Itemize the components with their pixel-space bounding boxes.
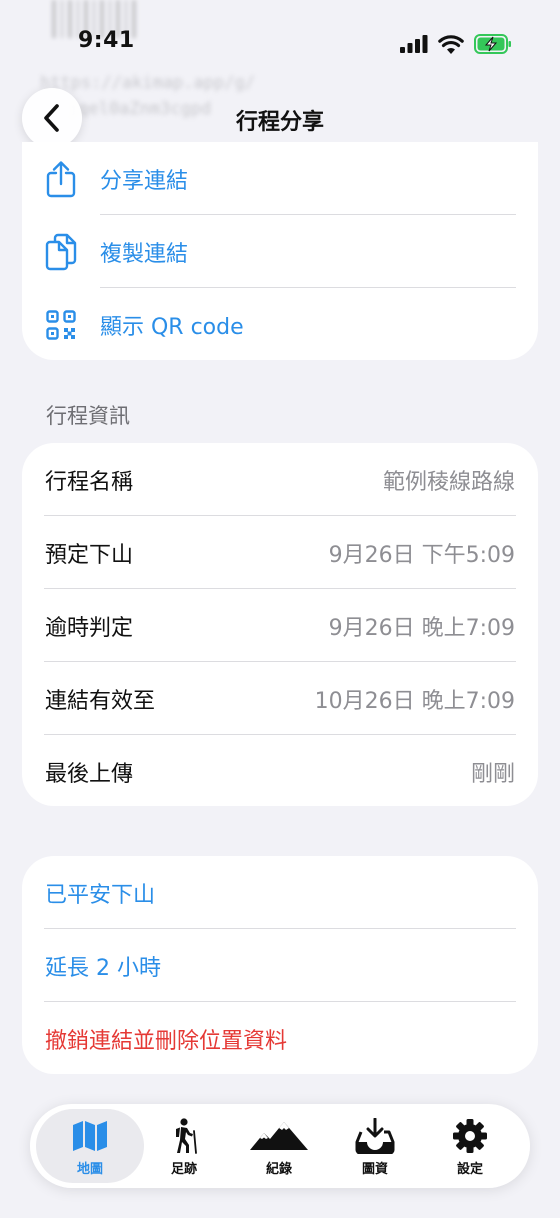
share-card: 分享連結 複製連結 顯示 QR code [22, 142, 538, 360]
info-key: 最後上傳 [45, 761, 134, 787]
tab-records[interactable]: 紀錄 [229, 1104, 329, 1188]
info-key: 逾時判定 [45, 615, 134, 641]
tab-label: 地圖 [76, 1162, 103, 1177]
revoke-link-button[interactable]: 撤銷連結並刪除位置資料 [22, 1002, 538, 1075]
page-title: 行程分享 [235, 110, 324, 135]
tab-label: 設定 [456, 1162, 483, 1177]
gear-icon [453, 1119, 487, 1153]
info-key: 連結有效至 [45, 688, 156, 714]
extend-2-hours-label: 延長 2 小時 [45, 955, 161, 981]
trip-info-card: 行程名稱 範例稜線路線 預定下山 9月26日 下午5:09 逾時判定 9月26日… [22, 443, 538, 806]
extend-2-hours-button[interactable]: 延長 2 小時 [22, 929, 538, 1002]
info-value: 剛剛 [470, 761, 515, 787]
download-tray-icon [355, 1118, 395, 1154]
mountains-icon [250, 1122, 308, 1150]
tab-tracks[interactable]: 足跡 [134, 1104, 234, 1188]
copy-icon [44, 232, 78, 272]
tab-label: 紀錄 [265, 1162, 292, 1177]
status-bar: 9:41 [0, 0, 560, 90]
map-icon [73, 1121, 107, 1151]
info-row-last-upload: 最後上傳 剛剛 [22, 735, 538, 808]
copy-link-row[interactable]: 複製連結 [22, 215, 538, 288]
info-row-link-valid-until: 連結有效至 10月26日 晚上7:09 [22, 662, 538, 735]
copy-link-label: 複製連結 [100, 241, 189, 267]
status-icons [400, 34, 512, 54]
info-value: 9月26日 下午5:09 [328, 542, 515, 568]
share-link-label: 分享連結 [100, 168, 189, 194]
hiker-icon [176, 1118, 197, 1154]
tab-map[interactable]: 地圖 [40, 1104, 140, 1188]
status-time: 9:41 [78, 28, 135, 53]
tab-label: 圖資 [361, 1162, 388, 1177]
trip-actions-card: 已平安下山 延長 2 小時 撤銷連結並刪除位置資料 [22, 856, 538, 1074]
cellular-signal-icon [400, 35, 428, 53]
info-value: 範例稜線路線 [382, 469, 515, 495]
share-link-row[interactable]: 分享連結 [22, 142, 538, 215]
share-icon [44, 159, 78, 199]
tab-settings[interactable]: 設定 [420, 1104, 520, 1188]
info-row-planned-descent: 預定下山 9月26日 下午5:09 [22, 516, 538, 589]
show-qr-label: 顯示 QR code [100, 314, 244, 340]
revoke-link-label: 撤銷連結並刪除位置資料 [45, 1028, 288, 1054]
battery-charging-icon [474, 34, 511, 54]
tab-label: 足跡 [170, 1162, 197, 1177]
info-value: 10月26日 晚上7:09 [314, 688, 515, 714]
section-header-trip-info: 行程資訊 [46, 404, 130, 428]
info-row-overdue-time: 逾時判定 9月26日 晚上7:09 [22, 589, 538, 662]
wifi-icon [438, 34, 464, 54]
info-row-trip-name: 行程名稱 範例稜線路線 [22, 443, 538, 516]
safe-descent-button[interactable]: 已平安下山 [22, 856, 538, 929]
qr-code-icon [44, 305, 78, 345]
info-key: 行程名稱 [45, 469, 134, 495]
info-value: 9月26日 晚上7:09 [328, 615, 515, 641]
show-qr-row[interactable]: 顯示 QR code [22, 288, 538, 361]
tab-map-data[interactable]: 圖資 [325, 1104, 425, 1188]
safe-descent-label: 已平安下山 [45, 882, 156, 908]
info-key: 預定下山 [45, 542, 134, 568]
tab-bar: 地圖 足跡 紀錄 圖資 設定 [30, 1104, 530, 1188]
